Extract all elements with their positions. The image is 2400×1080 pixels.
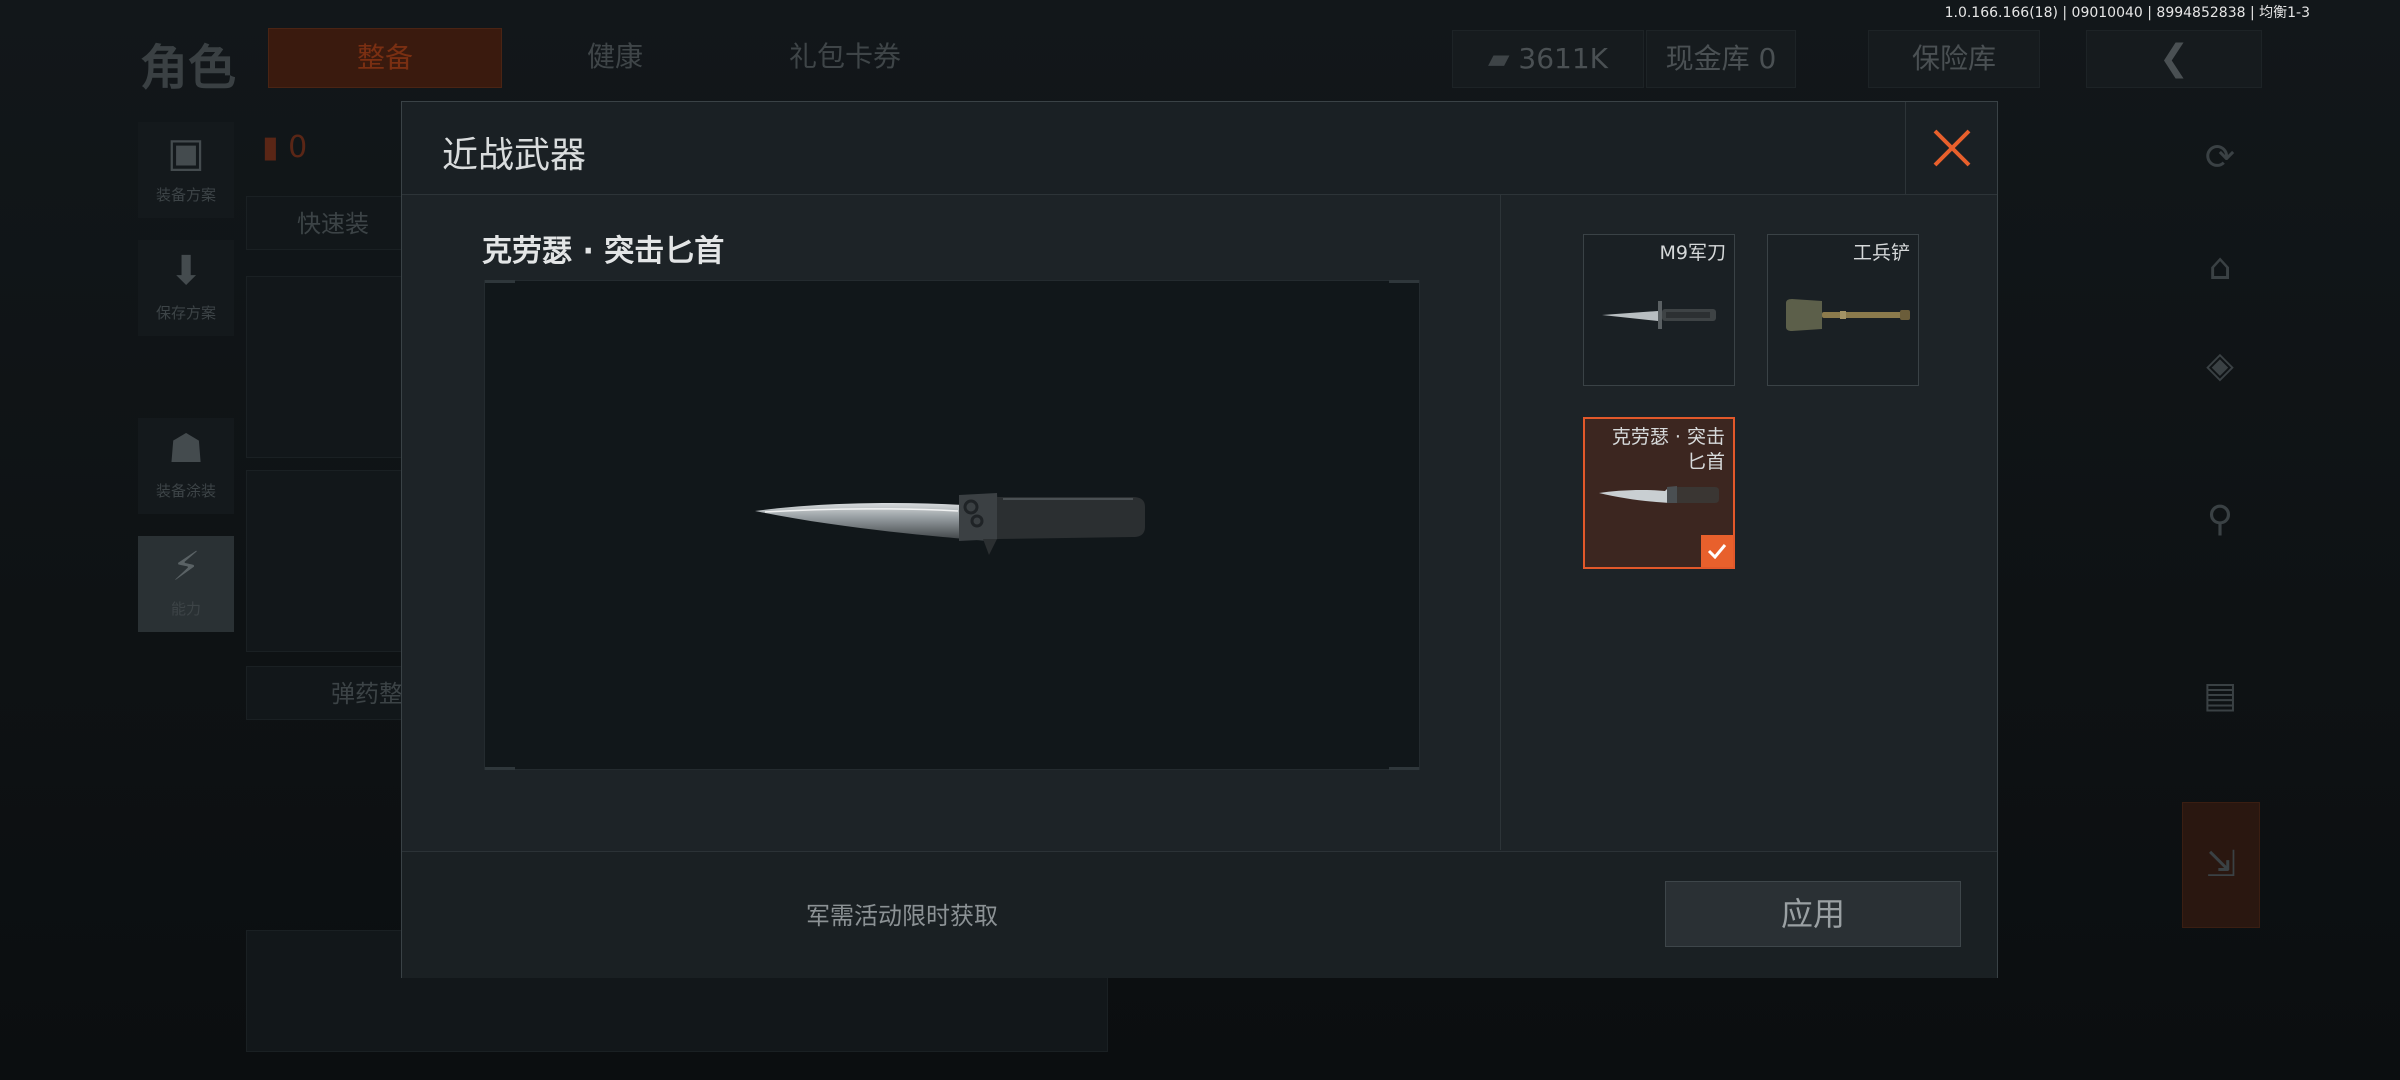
helmet-icon: ☗ [168, 426, 204, 472]
check-icon [1707, 544, 1727, 559]
back-arrow-icon: ❮ [2158, 38, 2190, 79]
safe-vault-button[interactable]: 保险库 [1868, 30, 2040, 88]
side-label: 能力 [170, 600, 201, 618]
cash-vault-button[interactable]: 现金库 0 [1646, 30, 1796, 88]
combat-knife-icon [1599, 486, 1719, 503]
dialog-footer: 军需活动限时获取 应用 [402, 851, 1997, 978]
apply-button[interactable]: 应用 [1665, 881, 1961, 947]
combat-knife-icon [755, 493, 1145, 555]
side-label: 保存方案 [155, 304, 216, 322]
side-label: 装备涂装 [155, 482, 216, 500]
armor-count: 0 [288, 130, 308, 165]
lightning-icon: ⚡ [171, 544, 201, 590]
currency-display: ▰ 3611K [1452, 30, 1644, 88]
divider [1500, 195, 1501, 850]
weapon-card-shovel[interactable]: 工兵铲 [1767, 234, 1919, 386]
download-icon: ⬇ [169, 248, 203, 294]
selected-checkmark [1701, 535, 1733, 567]
close-button[interactable] [1905, 102, 1997, 194]
ammo-button[interactable]: 弹药整 [246, 666, 406, 720]
weapon-card-m9[interactable]: M9军刀 [1583, 234, 1735, 386]
dialog-header: 近战武器 [402, 102, 1997, 195]
rail-key-icon[interactable]: ⚲ [2182, 480, 2258, 560]
tab-equip[interactable]: 整备 [268, 28, 502, 88]
rail-item-icon[interactable]: ◈ [2182, 326, 2258, 406]
selected-item-name: 克劳瑟 · 突击匕首 [482, 234, 725, 269]
dialog-title: 近战武器 [442, 135, 587, 176]
weapon-card-label: 克劳瑟 · 突击 匕首 [1611, 426, 1725, 473]
tab-health[interactable]: 健康 [540, 28, 690, 86]
page-title: 角色 [140, 40, 237, 96]
side-loadout-plan[interactable]: ▣ 装备方案 [138, 122, 234, 218]
rail-export-icon[interactable]: ⇲ [2182, 802, 2260, 928]
rail-home-icon[interactable]: ⌂ [2182, 228, 2258, 308]
side-ability[interactable]: ⚡ 能力 [138, 536, 234, 632]
quick-equip-button[interactable]: 快速装 [246, 196, 406, 250]
melee-weapon-dialog: 近战武器 克劳瑟 · 突击匕首 M9军刀 工兵铲 克劳瑟 · 突击 匕首 军需活… [401, 101, 1998, 978]
version-info: 1.0.166.166(18) | 09010040 | 8994852838 … [1944, 5, 2310, 21]
armor-count-display: ▮ 0 [262, 130, 307, 165]
rail-cash-icon[interactable]: ▤ [2182, 656, 2258, 736]
gear-slot[interactable] [246, 276, 408, 458]
weapon-card-label: M9军刀 [1659, 242, 1726, 264]
gear-slot[interactable] [246, 470, 408, 652]
side-equip-skin[interactable]: ☗ 装备涂装 [138, 418, 234, 514]
bayonet-icon [1602, 301, 1716, 329]
side-label: 装备方案 [155, 186, 216, 204]
close-icon [1933, 129, 1971, 167]
vest-icon: ▣ [167, 130, 205, 176]
acquisition-note: 军需活动限时获取 [806, 902, 998, 930]
back-button[interactable]: ❮ [2086, 30, 2262, 88]
currency-amount: 3611K [1518, 42, 1609, 75]
armor-icon: ▮ [262, 130, 279, 165]
item-preview[interactable] [484, 280, 1420, 770]
side-save-plan[interactable]: ⬇ 保存方案 [138, 240, 234, 336]
weapon-card-label: 工兵铲 [1852, 242, 1910, 264]
rail-refresh-icon[interactable]: ⟳ [2182, 118, 2258, 198]
cash-icon: ▰ [1487, 42, 1519, 75]
shovel-icon [1786, 299, 1910, 331]
tab-giftcards[interactable]: 礼包卡券 [730, 28, 960, 86]
weapon-card-krauser[interactable]: 克劳瑟 · 突击 匕首 [1583, 417, 1735, 569]
